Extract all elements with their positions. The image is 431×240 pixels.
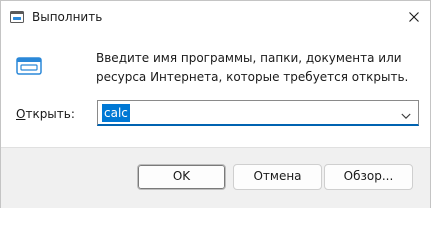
title-bar: Выполнить bbox=[1, 1, 430, 33]
open-label: Открыть: bbox=[16, 107, 75, 121]
button-bar: OK Отмена Обзор... bbox=[1, 147, 430, 208]
run-app-icon bbox=[10, 11, 24, 23]
open-input[interactable]: calc bbox=[102, 104, 130, 122]
browse-button[interactable]: Обзор... bbox=[324, 164, 413, 190]
window-title: Выполнить bbox=[32, 10, 103, 24]
run-dialog: Выполнить Введите имя программы, папки, … bbox=[0, 0, 431, 208]
open-combobox[interactable]: calc bbox=[97, 100, 419, 126]
cancel-button[interactable]: Отмена bbox=[233, 164, 322, 190]
close-button[interactable] bbox=[401, 4, 427, 30]
run-icon bbox=[16, 57, 42, 75]
ok-button[interactable]: OK bbox=[137, 164, 226, 190]
open-label-text: ткрыть: bbox=[25, 107, 75, 121]
description-text: Введите имя программы, папки, документа … bbox=[96, 51, 409, 84]
chevron-down-icon[interactable] bbox=[401, 109, 411, 119]
close-icon bbox=[409, 12, 419, 22]
